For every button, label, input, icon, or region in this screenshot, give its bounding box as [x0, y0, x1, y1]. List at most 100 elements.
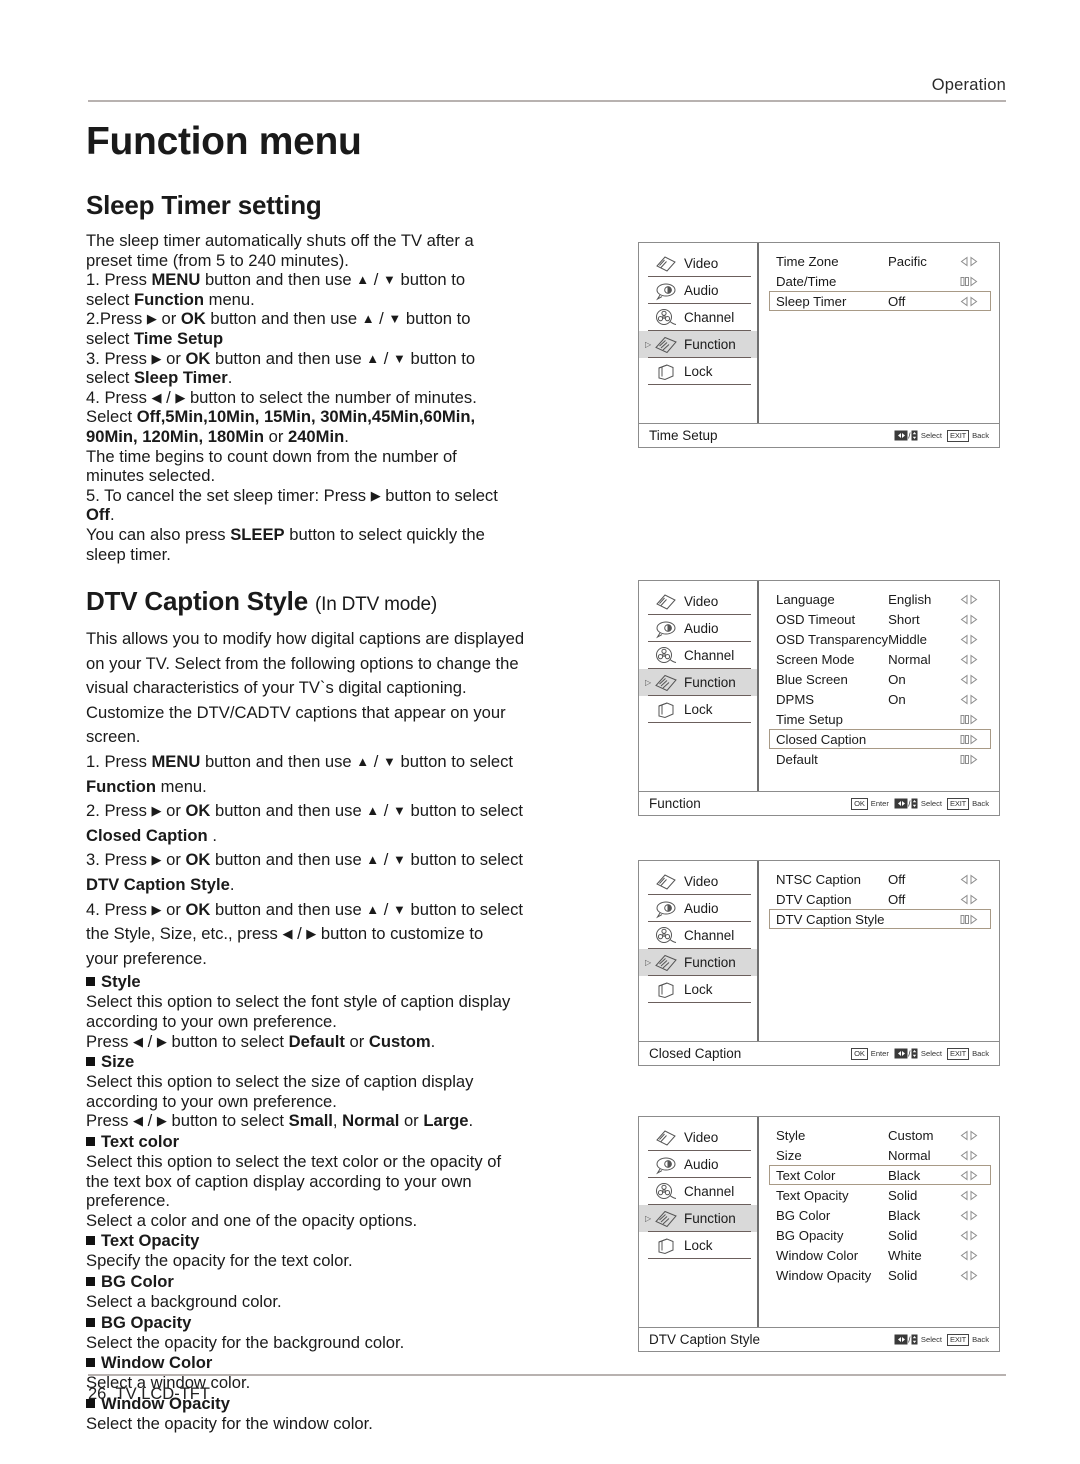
enter-arrow-icon[interactable]	[960, 276, 986, 287]
sidebar-item-audio[interactable]: Audio	[639, 615, 757, 642]
audio-icon	[653, 281, 679, 301]
page-footer: 26 TV LCD-TFT	[88, 1374, 1006, 1404]
left-right-arrow-icon[interactable]	[960, 1210, 986, 1221]
sidebar-item-channel[interactable]: Channel	[639, 304, 757, 331]
bullet-square-icon	[86, 1317, 95, 1327]
sidebar-item-function[interactable]: ▷ Function	[639, 669, 757, 696]
video-icon	[653, 254, 679, 274]
osd-row[interactable]: OSD Timeout Short	[769, 609, 991, 629]
osd-row[interactable]: DPMS On	[769, 689, 991, 709]
exit-key-icon: EXIT	[947, 1047, 970, 1060]
enter-hint-label: Enter	[870, 799, 889, 808]
osd-row[interactable]: Text Opacity Solid	[769, 1185, 991, 1205]
osd-row-value: Off	[888, 891, 906, 907]
osd-row[interactable]: Screen Mode Normal	[769, 649, 991, 669]
left-right-arrow-icon[interactable]	[960, 1250, 986, 1261]
sidebar-item-video[interactable]: Video	[639, 250, 757, 277]
left-right-arrow-icon[interactable]	[960, 674, 986, 685]
left-right-arrow-icon[interactable]	[960, 874, 986, 885]
sidebar-item-lock[interactable]: Lock	[639, 358, 757, 385]
left-right-arrow-icon[interactable]	[960, 1230, 986, 1241]
navigation-key-icon: /	[894, 1334, 918, 1345]
option-description-line: Select a color and one of the opacity op…	[86, 1210, 418, 1230]
sidebar-item-lock[interactable]: Lock	[639, 696, 757, 723]
svg-text:/: /	[908, 1335, 911, 1344]
sidebar-item-function[interactable]: ▷ Function	[639, 1205, 757, 1232]
osd-row[interactable]: NTSC Caption Off	[769, 869, 991, 889]
option-heading: BG Color	[86, 1272, 586, 1292]
osd-row[interactable]: Blue Screen On	[769, 669, 991, 689]
sidebar-item-label: Function	[684, 1211, 736, 1226]
text-line: Closed Caption .	[86, 825, 217, 845]
sidebar-item-channel[interactable]: Channel	[639, 1178, 757, 1205]
text-line: sleep timer.	[86, 544, 171, 564]
sidebar-divider	[648, 721, 751, 723]
sidebar-item-channel[interactable]: Channel	[639, 642, 757, 669]
osd-row-value: Short	[888, 611, 920, 627]
enter-arrow-icon[interactable]	[960, 914, 986, 925]
sidebar-item-lock[interactable]: Lock	[639, 976, 757, 1003]
osd-row[interactable]: Sleep Timer Off	[769, 291, 991, 311]
sidebar-item-video[interactable]: Video	[639, 1124, 757, 1151]
sidebar-item-video[interactable]: Video	[639, 868, 757, 895]
left-right-arrow-icon[interactable]	[960, 694, 986, 705]
sidebar-item-video[interactable]: Video	[639, 588, 757, 615]
osd-row[interactable]: Language English	[769, 589, 991, 609]
osd-row[interactable]: Date/Time	[769, 271, 991, 291]
osd-row[interactable]: Style Custom	[769, 1125, 991, 1145]
dtv-caption-heading-main: DTV Caption Style	[86, 586, 308, 617]
osd-row[interactable]: Window Color White	[769, 1245, 991, 1265]
sidebar-item-audio[interactable]: Audio	[639, 895, 757, 922]
sidebar-item-audio[interactable]: Audio	[639, 1151, 757, 1178]
osd-row[interactable]: BG Opacity Solid	[769, 1225, 991, 1245]
enter-arrow-icon[interactable]	[960, 714, 986, 725]
osd-row[interactable]: DTV Caption Style	[769, 909, 991, 929]
osd-row[interactable]: Time Zone Pacific	[769, 251, 991, 271]
osd-row[interactable]: Default	[769, 749, 991, 769]
ok-key-icon: OK	[851, 1047, 868, 1060]
select-hint-label: Select	[920, 799, 943, 808]
option-heading: Text Opacity	[86, 1231, 586, 1251]
osd-row-value: Pacific	[888, 253, 927, 269]
left-right-arrow-icon[interactable]	[960, 634, 986, 645]
left-right-arrow-icon[interactable]	[960, 614, 986, 625]
osd-row[interactable]: Time Setup	[769, 709, 991, 729]
left-right-arrow-icon[interactable]	[960, 654, 986, 665]
sidebar-item-function[interactable]: ▷ Function	[639, 949, 757, 976]
osd-row[interactable]: OSD Transparency Middle	[769, 629, 991, 649]
osd-row-value: On	[888, 671, 906, 687]
osd-row-label: OSD Timeout	[776, 611, 856, 627]
osd-row[interactable]: BG Color Black	[769, 1205, 991, 1225]
channel-icon	[653, 646, 679, 666]
left-right-arrow-icon[interactable]	[960, 1150, 986, 1161]
osd-row[interactable]: Size Normal	[769, 1145, 991, 1165]
osd-row[interactable]: Closed Caption	[769, 729, 992, 749]
enter-arrow-icon[interactable]	[960, 754, 986, 765]
osd-row[interactable]: Window Opacity Solid	[769, 1265, 991, 1285]
osd-row-label: OSD Transparency	[776, 631, 889, 647]
osd-sidebar: Video Audio Channel ▷ Function Lock	[639, 1117, 759, 1327]
sidebar-item-lock[interactable]: Lock	[639, 1232, 757, 1259]
left-right-arrow-icon[interactable]	[960, 1270, 986, 1281]
text-line: 2. Press ▶ or OK button and then use ▲ /…	[86, 801, 524, 821]
sidebar-item-function[interactable]: ▷ Function	[639, 331, 757, 358]
osd-body: Video Audio Channel ▷ Function Lock NTSC Capti…	[639, 861, 999, 1041]
sidebar-item-audio[interactable]: Audio	[639, 277, 757, 304]
left-right-arrow-icon[interactable]	[960, 296, 986, 307]
osd-row-value: Off	[888, 293, 906, 309]
left-right-arrow-icon[interactable]	[960, 1190, 986, 1201]
sidebar-item-label: Video	[684, 874, 719, 889]
left-right-arrow-icon[interactable]	[960, 594, 986, 605]
sidebar-item-channel[interactable]: Channel	[639, 922, 757, 949]
osd-row[interactable]: Text Color Black	[769, 1165, 991, 1185]
osd-panel-function: Video Audio Channel ▷ Function Lock Language En…	[638, 580, 1000, 816]
left-right-arrow-icon[interactable]	[960, 256, 986, 267]
exit-key-icon: EXIT	[947, 1333, 970, 1346]
back-hint-label: Back	[972, 1335, 989, 1344]
left-right-arrow-icon[interactable]	[960, 1170, 986, 1181]
left-right-arrow-icon[interactable]	[960, 894, 986, 905]
left-right-arrow-icon[interactable]	[960, 1130, 986, 1141]
osd-row[interactable]: DTV Caption Off	[769, 889, 991, 909]
enter-arrow-icon[interactable]	[960, 734, 986, 745]
osd-key-hints: / Select EXIT Back	[894, 429, 991, 442]
